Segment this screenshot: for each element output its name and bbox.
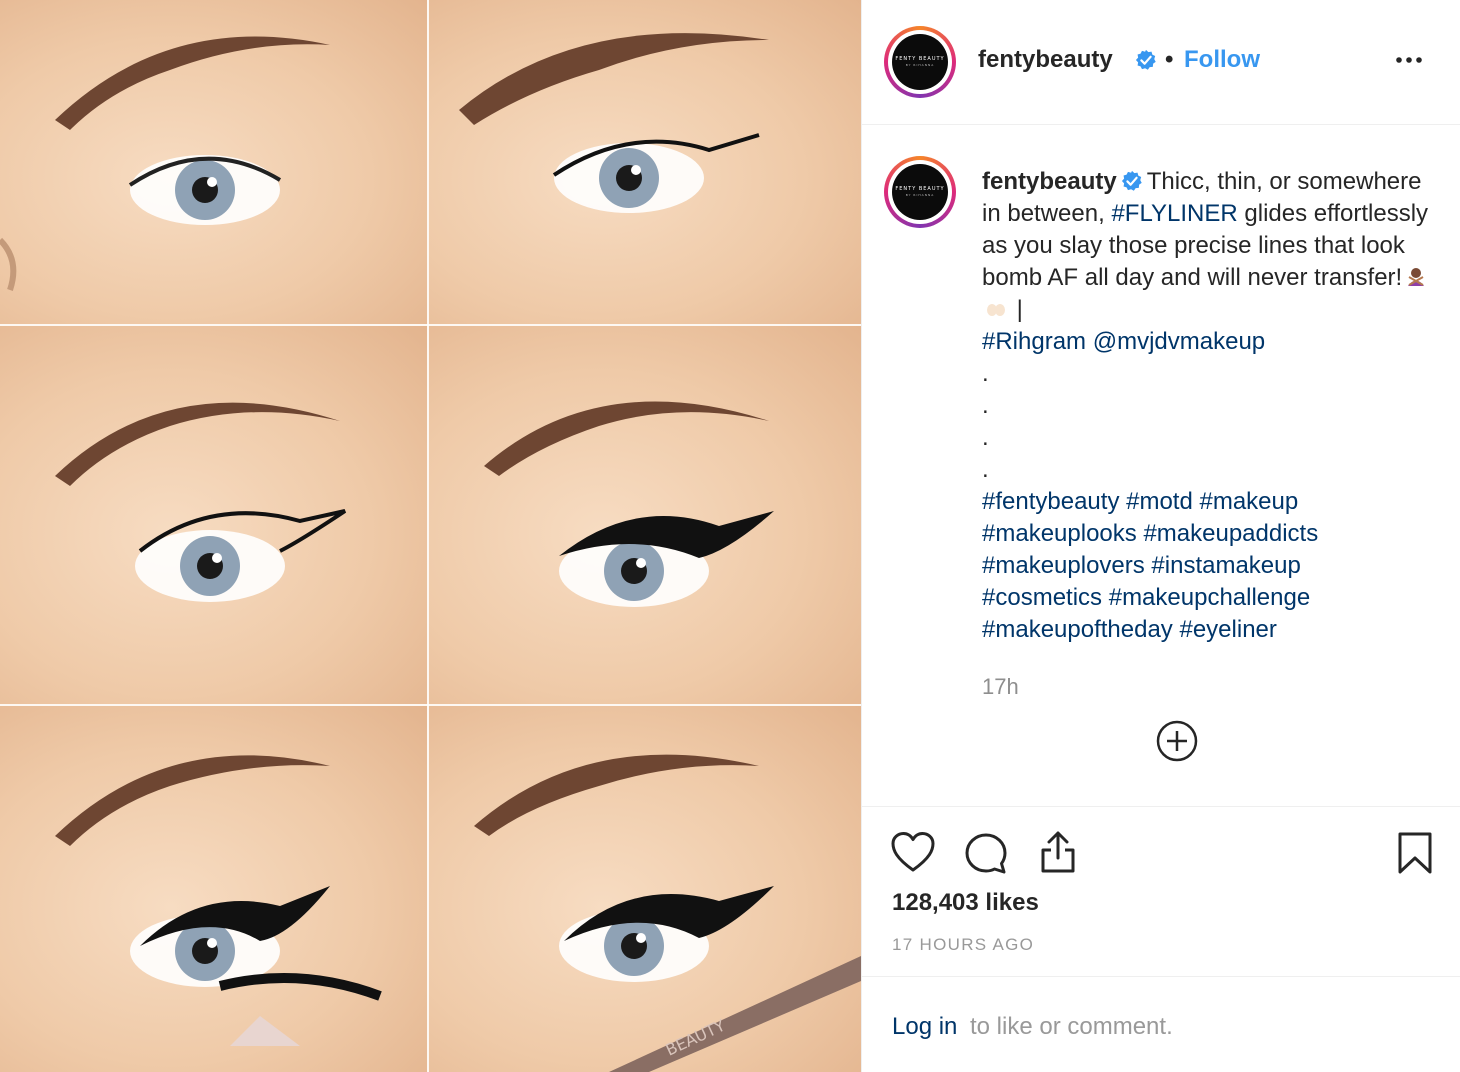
post-header: FENTY BEAUTY BY RIHANNA fentybeauty • Fo…	[862, 0, 1460, 125]
eye-step-1-image	[0, 0, 427, 324]
caption-dot: .	[982, 456, 989, 483]
avatar-logo-text: FENTY BEAUTY	[895, 56, 945, 62]
comment-icon[interactable]	[964, 832, 1008, 876]
hashtag-link[interactable]: #motd	[1126, 488, 1193, 515]
heart-icon[interactable]	[890, 831, 936, 873]
caption-text: fentybeauty Thicc, thin, or somewhere in …	[982, 166, 1442, 646]
avatar-logo-subtext: BY RIHANNA	[905, 193, 935, 197]
caption-timestamp[interactable]: 17h	[982, 674, 1019, 700]
hashtag-link[interactable]: #makeupchallenge	[1109, 584, 1310, 611]
avatar-logo-subtext: BY RIHANNA	[905, 63, 935, 67]
caption-pipe: |	[1016, 296, 1023, 323]
hashtag-link[interactable]: #cosmetics	[982, 584, 1102, 611]
post-sidebar: FENTY BEAUTY BY RIHANNA fentybeauty • Fo…	[861, 0, 1460, 1072]
caption-dot: .	[982, 392, 989, 419]
eye-step-5-image	[0, 706, 427, 1072]
post-timestamp: 17 HOURS AGO	[892, 935, 1035, 954]
hashtag-link[interactable]: #eyeliner	[1179, 616, 1276, 643]
plus-circle-icon[interactable]	[1156, 720, 1198, 762]
hashtag-link[interactable]: #makeupaddicts	[1143, 520, 1318, 547]
avatar-logo-text: FENTY BEAUTY	[895, 186, 945, 192]
login-link[interactable]: Log in	[892, 1013, 957, 1041]
hashtag-link[interactable]: #makeuplovers	[982, 552, 1145, 579]
collage-divider	[0, 704, 861, 706]
separator-dot: •	[1165, 46, 1174, 73]
raising-hands-emoji	[987, 304, 1005, 316]
mention-link[interactable]: @mvjdvmakeup	[1093, 328, 1265, 355]
login-prompt: Log in to like or comment.	[862, 976, 1460, 1072]
login-prompt-text: to like or comment.	[970, 1013, 1173, 1040]
caption-dot: .	[982, 424, 989, 451]
more-options-icon[interactable]	[1394, 48, 1424, 72]
avatar[interactable]: FENTY BEAUTY BY RIHANNA	[884, 26, 956, 98]
eye-step-3-image	[0, 326, 427, 704]
collage-divider	[427, 0, 429, 1072]
hashtag-link[interactable]: #instamakeup	[1151, 552, 1300, 579]
caption-dot: .	[982, 360, 989, 387]
hashtag-link[interactable]: #fentybeauty	[982, 488, 1119, 515]
verified-badge-icon	[1121, 170, 1142, 191]
caption-avatar[interactable]: FENTY BEAUTY BY RIHANNA	[884, 156, 956, 228]
action-bar: 128,403 likes 17 HOURS AGO	[862, 806, 1460, 976]
eye-step-6-image: BEAUTY	[429, 706, 861, 1072]
share-icon[interactable]	[1038, 830, 1078, 874]
caption-section: FENTY BEAUTY BY RIHANNA fentybeauty Thicc…	[862, 126, 1460, 806]
hashtag-link[interactable]: #makeup	[1199, 488, 1298, 515]
hashtag-link[interactable]: #Rihgram	[982, 328, 1086, 355]
hashtag-link[interactable]: #FLYLINER	[1111, 200, 1237, 227]
header-username-link[interactable]: fentybeauty	[978, 46, 1113, 74]
verified-badge-icon	[1135, 49, 1156, 70]
collage-divider	[0, 324, 861, 326]
post-photo[interactable]: BEAUTY	[0, 0, 861, 1072]
hashtag-link[interactable]: #makeupoftheday	[982, 616, 1173, 643]
eye-step-2-image	[429, 0, 861, 324]
bookmark-icon[interactable]	[1397, 831, 1433, 875]
caption-username-link[interactable]: fentybeauty	[982, 168, 1117, 195]
likes-count[interactable]: 128,403 likes	[892, 889, 1039, 917]
eye-step-4-image	[429, 326, 861, 704]
person-gesturing-no-emoji	[1408, 268, 1425, 286]
hashtag-link[interactable]: #makeuplooks	[982, 520, 1137, 547]
follow-button[interactable]: Follow	[1184, 46, 1260, 74]
